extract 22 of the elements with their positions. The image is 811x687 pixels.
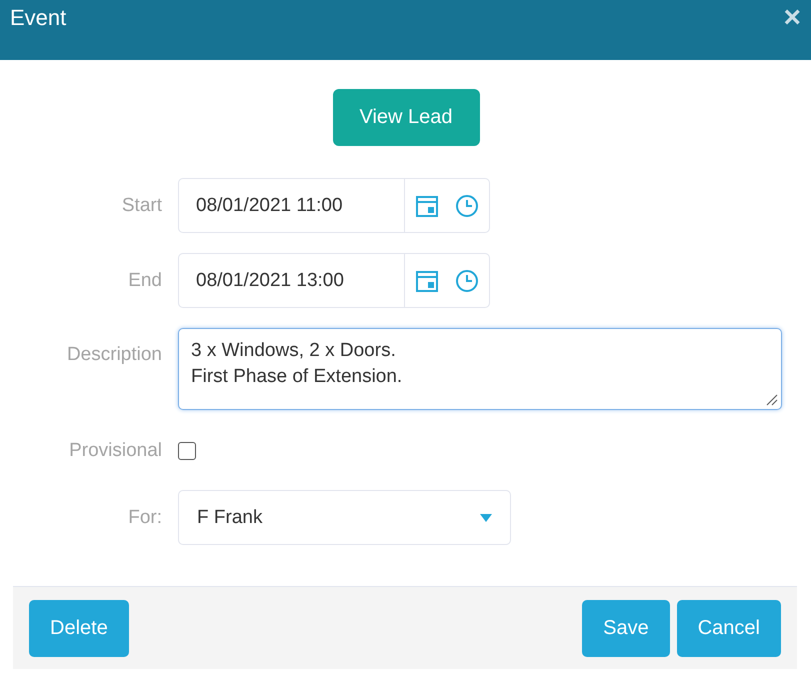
description-field[interactable]: 3 x Windows, 2 x Doors. First Phase of Extension.: [178, 328, 782, 410]
window-title: Event: [10, 5, 66, 31]
calendar-icon[interactable]: [415, 268, 439, 292]
field-label: Start: [122, 194, 162, 216]
view-lead-button[interactable]: View Lead: [332, 89, 480, 146]
datetime-field[interactable]: 08/01/2021 11:00: [178, 178, 490, 233]
calendar-icon[interactable]: [415, 194, 439, 218]
close-button[interactable]: ×: [783, 3, 801, 33]
field-label: For:: [128, 506, 162, 528]
checkbox[interactable]: [178, 442, 196, 460]
cancel-button[interactable]: Cancel: [676, 600, 781, 656]
save-button[interactable]: Save: [582, 600, 670, 656]
delete-button[interactable]: Delete: [29, 600, 129, 656]
clock-icon[interactable]: [455, 194, 479, 218]
clock-icon[interactable]: [455, 268, 479, 292]
datetime-field[interactable]: 08/01/2021 13:00: [178, 253, 490, 308]
field-label: Provisional: [69, 440, 162, 462]
assignee-dropdown[interactable]: F Frank: [178, 490, 511, 545]
field-label: Description: [66, 344, 162, 366]
field-label: End: [128, 270, 162, 292]
resize-grip-icon[interactable]: [766, 394, 778, 406]
dropdown-caret-icon: [479, 512, 493, 522]
